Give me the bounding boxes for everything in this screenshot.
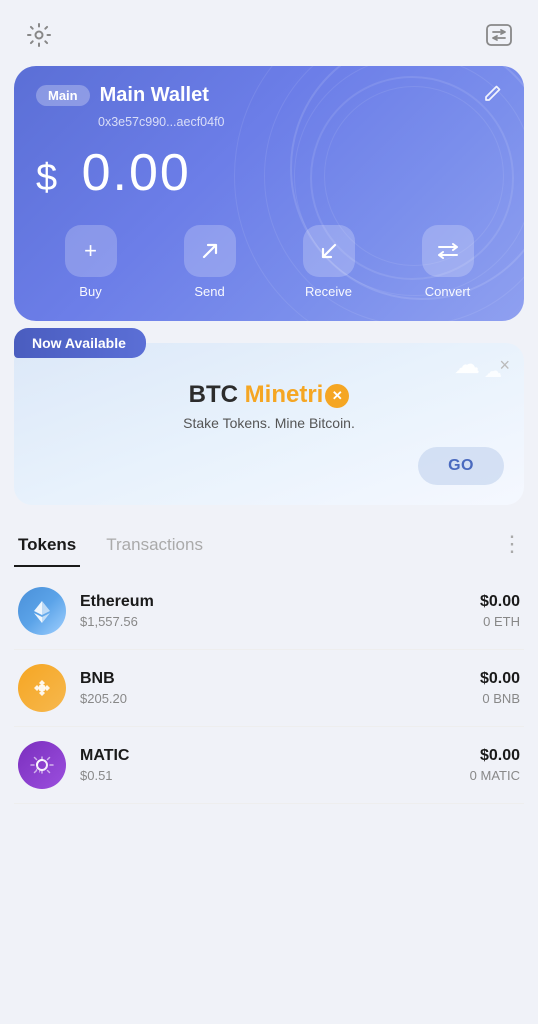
swap-icon[interactable] <box>482 18 516 52</box>
promo-subtitle: Stake Tokens. Mine Bitcoin. <box>34 415 504 431</box>
matic-price: $0.51 <box>80 768 470 783</box>
receive-button[interactable]: Receive <box>274 225 383 299</box>
action-buttons: + Buy Send Receive <box>36 225 502 299</box>
bnb-name: BNB <box>80 670 480 688</box>
buy-button[interactable]: + Buy <box>36 225 145 299</box>
convert-button[interactable]: Convert <box>393 225 502 299</box>
matic-info: MATIC $0.51 <box>80 747 470 783</box>
promo-minetri-text: Minetri <box>245 381 324 408</box>
matic-value: $0.00 0 MATIC <box>470 747 520 783</box>
bnb-value: $0.00 0 BNB <box>480 670 520 706</box>
balance-symbol: $ <box>36 157 59 199</box>
eth-name: Ethereum <box>80 593 480 611</box>
settings-icon[interactable] <box>22 18 56 52</box>
eth-usd: $0.00 <box>480 593 520 611</box>
wallet-badge: Main <box>36 85 90 106</box>
promo-btc-text: BTC <box>189 381 238 408</box>
tab-more-button[interactable]: ⋮ <box>501 531 524 565</box>
promo-logo-icon: ✕ <box>325 384 349 408</box>
top-bar <box>0 0 538 62</box>
bnb-amount: 0 BNB <box>480 691 520 706</box>
tab-tokens[interactable]: Tokens <box>14 529 80 567</box>
promo-card: × ☁ ☁ BTC Minetri✕ Stake Tokens. Mine Bi… <box>14 343 524 505</box>
eth-value: $0.00 0 ETH <box>480 593 520 629</box>
bnb-price: $205.20 <box>80 691 480 706</box>
now-available-badge: Now Available <box>14 328 146 358</box>
promo-title: BTC Minetri✕ <box>34 381 504 409</box>
promo-go-button[interactable]: GO <box>418 447 504 485</box>
bnb-icon <box>18 664 66 712</box>
wallet-name: Main Wallet <box>100 84 209 107</box>
matic-amount: 0 MATIC <box>470 768 520 783</box>
send-label: Send <box>194 284 224 299</box>
bnb-info: BNB $205.20 <box>80 670 480 706</box>
wallet-card: Main Main Wallet 0x3e57c990...aecf04f0 $… <box>14 66 524 321</box>
buy-label: Buy <box>79 284 101 299</box>
eth-icon <box>18 587 66 635</box>
receive-label: Receive <box>305 284 352 299</box>
eth-info: Ethereum $1,557.56 <box>80 593 480 629</box>
tabs-section: Tokens Transactions ⋮ Ethereum $1,557.56… <box>14 529 524 804</box>
send-icon <box>184 225 236 277</box>
eth-amount: 0 ETH <box>480 614 520 629</box>
cloud-decoration-small: ☁ <box>484 361 502 382</box>
tab-transactions[interactable]: Transactions <box>102 529 207 567</box>
eth-price: $1,557.56 <box>80 614 480 629</box>
matic-name: MATIC <box>80 747 470 765</box>
token-list: Ethereum $1,557.56 $0.00 0 ETH BNB $205.… <box>14 573 524 804</box>
tabs-row: Tokens Transactions ⋮ <box>14 529 524 567</box>
promo-section: Now Available × ☁ ☁ BTC Minetri✕ Stake T… <box>14 343 524 505</box>
wallet-balance: $ 0.00 <box>36 143 502 203</box>
token-item-eth[interactable]: Ethereum $1,557.56 $0.00 0 ETH <box>14 573 524 650</box>
balance-amount: 0.00 <box>82 144 191 202</box>
edit-icon[interactable] <box>484 84 502 107</box>
token-item-matic[interactable]: MATIC $0.51 $0.00 0 MATIC <box>14 727 524 804</box>
cloud-decoration: ☁ <box>454 349 480 380</box>
matic-usd: $0.00 <box>470 747 520 765</box>
buy-icon: + <box>65 225 117 277</box>
bnb-usd: $0.00 <box>480 670 520 688</box>
send-button[interactable]: Send <box>155 225 264 299</box>
token-item-bnb[interactable]: BNB $205.20 $0.00 0 BNB <box>14 650 524 727</box>
convert-icon <box>422 225 474 277</box>
matic-icon <box>18 741 66 789</box>
convert-label: Convert <box>425 284 471 299</box>
receive-icon <box>303 225 355 277</box>
